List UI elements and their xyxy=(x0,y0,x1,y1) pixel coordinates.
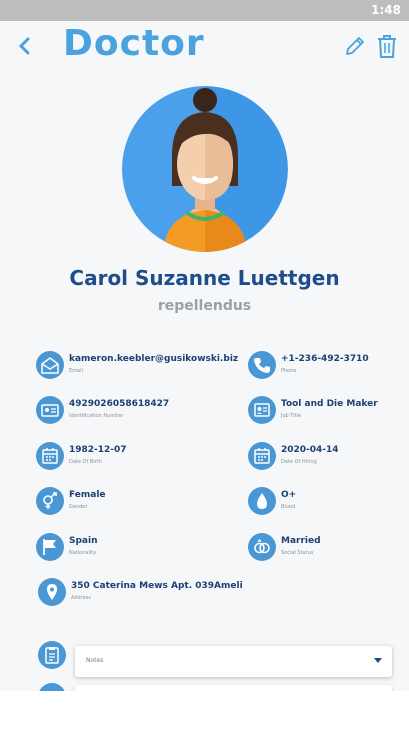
id-number-value: 4929026058618427 xyxy=(69,399,170,409)
rings-icon xyxy=(254,538,270,554)
social-status-value: Married xyxy=(281,536,321,546)
calendar-icon xyxy=(42,448,58,464)
trash-icon xyxy=(378,35,396,58)
job-title-label: Job Title xyxy=(281,413,302,419)
status-time: 1:48 xyxy=(371,3,401,17)
gender-label: Gender xyxy=(69,504,88,510)
hiring-label: Date Of Hiring xyxy=(281,459,317,465)
dob-value: 1982-12-07 xyxy=(69,445,127,455)
phone-value: +1-236-492-3710 xyxy=(281,354,369,364)
flag-icon xyxy=(43,539,56,555)
blood-value: O+ xyxy=(281,490,297,500)
delete-button[interactable] xyxy=(376,33,398,59)
app-bar: Doctor xyxy=(0,21,409,71)
email-icon xyxy=(41,357,59,374)
dob-label: Date Of Birth xyxy=(69,459,102,465)
address-value: 350 Caterina Mews Apt. 039Ameli xyxy=(71,581,243,591)
notes-label: Notes xyxy=(86,657,104,664)
location-pin-icon xyxy=(47,584,57,600)
gender-value: Female xyxy=(69,490,106,500)
status-bar: 1:48 xyxy=(0,0,409,21)
avatar-illustration xyxy=(122,86,288,252)
blood-drop-icon xyxy=(257,493,267,509)
id-card-icon xyxy=(41,404,59,417)
edit-button[interactable] xyxy=(344,35,366,57)
id-number-label: Identification Number xyxy=(69,413,124,419)
nationality-label: Nationality xyxy=(69,550,97,556)
back-arrow-icon xyxy=(18,37,30,55)
nationality-value: Spain xyxy=(69,536,98,546)
bottom-bar xyxy=(0,691,409,729)
email-value: kameron.keebler@gusikowski.biz xyxy=(69,354,239,364)
back-button[interactable] xyxy=(14,31,38,61)
calendar-icon xyxy=(254,448,270,464)
badge-icon xyxy=(254,403,270,417)
chevron-down-icon xyxy=(374,658,382,663)
address-label: Address xyxy=(71,595,91,601)
phone-icon xyxy=(254,358,270,373)
notes-icon xyxy=(45,647,59,664)
blood-label: Blood xyxy=(281,504,296,510)
phone-label: Phone xyxy=(281,368,297,374)
person-name: Carol Suzanne Luettgen xyxy=(69,266,340,290)
person-role: repellendus xyxy=(157,298,252,314)
email-label: Email xyxy=(69,368,83,374)
social-status-label: Social Status xyxy=(281,550,314,556)
job-title-value: Tool and Die Maker xyxy=(281,399,378,409)
avatar xyxy=(122,86,288,252)
pencil-icon xyxy=(346,37,364,55)
notes-dropdown[interactable]: Notes xyxy=(75,646,392,677)
hiring-value: 2020-04-14 xyxy=(281,445,339,455)
page-title: Doctor xyxy=(63,23,205,64)
gender-icon xyxy=(43,492,57,509)
